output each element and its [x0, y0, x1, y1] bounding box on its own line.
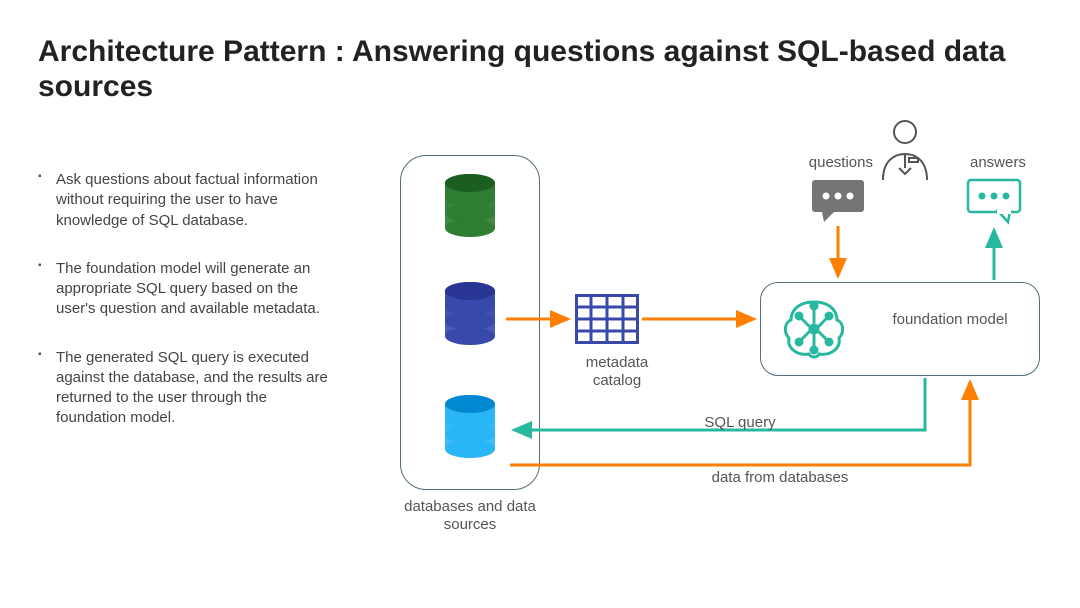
- bullet-list: Ask questions about factual information …: [38, 170, 338, 457]
- bullet-item: Ask questions about factual information …: [38, 170, 338, 231]
- arrow-overlay: [370, 120, 1070, 600]
- bullet-item: The foundation model will generate an ap…: [38, 259, 338, 320]
- architecture-diagram: databases and data sources metadata cata…: [370, 120, 1070, 600]
- bullet-item: The generated SQL query is executed agai…: [38, 348, 338, 429]
- data-from-db-label: data from databases: [655, 469, 905, 487]
- sql-query-label: SQL query: [670, 414, 810, 432]
- slide-title: Architecture Pattern : Answering questio…: [38, 34, 1048, 105]
- slide: Architecture Pattern : Answering questio…: [0, 0, 1080, 608]
